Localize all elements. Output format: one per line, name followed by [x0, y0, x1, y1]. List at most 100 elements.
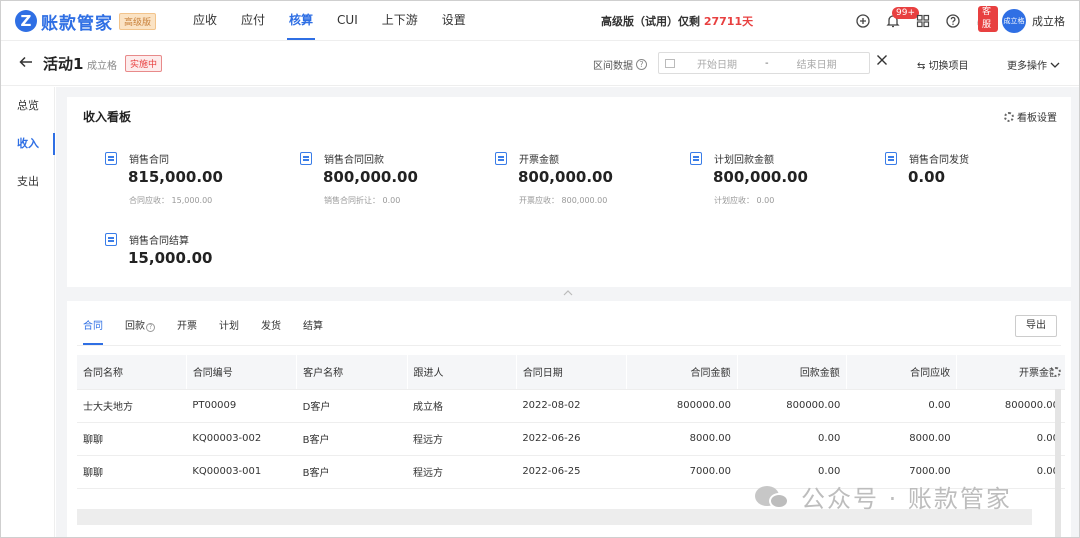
swap-icon: ⇆	[917, 61, 929, 72]
range-separator: -	[765, 57, 769, 69]
switch-project-button[interactable]: ⇆ 切换项目	[917, 57, 969, 72]
table-row[interactable]: 士大夫地方 PT00009 D客户 成立格 2022-08-02 800000.…	[77, 389, 1065, 423]
metric-label: 计划回款金额	[714, 155, 774, 166]
top-nav: Z 账款管家 高级版 应收 应付 核算 CUI 上下游 设置 高级版（试用）仅剩…	[1, 1, 1079, 41]
column-header[interactable]: 跟进人	[406, 355, 517, 390]
chevron-up-icon[interactable]	[563, 289, 573, 299]
tab-plan[interactable]: 计划	[219, 317, 239, 339]
tab-delivery[interactable]: 发货	[261, 317, 281, 339]
metric-label: 销售合同回款	[324, 155, 384, 166]
metric-contract-payment[interactable]: 销售合同回款 800,000.00 销售合同折让： 0.00	[300, 150, 480, 220]
sidebar-item-income[interactable]: 收入	[1, 125, 55, 163]
grid-icon[interactable]	[908, 6, 938, 36]
user-name: 成立格	[1032, 15, 1065, 28]
nav-tab-settings[interactable]: 设置	[430, 1, 478, 41]
end-date-placeholder[interactable]: 结束日期	[797, 56, 837, 71]
cell: 800000.00	[626, 389, 737, 423]
board-settings-button[interactable]: 看板设置	[1004, 109, 1057, 124]
range-label-text: 区间数据	[593, 61, 633, 72]
logo[interactable]: Z 账款管家 高级版	[15, 9, 157, 34]
board-settings-label: 看板设置	[1017, 113, 1057, 124]
cell: 0.00	[737, 422, 847, 456]
nav-tab-receivable[interactable]: 应收	[181, 1, 229, 41]
table-row[interactable]: 聊聊 KQ00003-002 B客户 程远方 2022-06-26 8000.0…	[77, 422, 1065, 456]
avatar: 成立格	[1002, 9, 1026, 33]
nav-tab-payable[interactable]: 应付	[229, 1, 277, 41]
chevron-down-icon	[1050, 61, 1060, 72]
column-header[interactable]: 开票金额	[956, 355, 1065, 390]
column-settings-icon[interactable]	[1051, 367, 1061, 377]
export-button[interactable]: 导出	[1015, 315, 1057, 337]
tab-contract[interactable]: 合同	[83, 317, 103, 345]
metric-planned-payment[interactable]: 计划回款金额 800,000.00 计划应收： 0.00	[690, 150, 870, 220]
cell: 800000.00	[737, 389, 847, 423]
logo-text: 账款管家	[41, 13, 113, 34]
tab-invoice[interactable]: 开票	[177, 317, 197, 339]
start-date-placeholder[interactable]: 开始日期	[697, 56, 737, 71]
back-arrow-icon[interactable]	[19, 54, 33, 73]
metric-label: 销售合同	[129, 155, 169, 166]
help-icon[interactable]	[938, 6, 968, 36]
close-icon[interactable]	[876, 54, 888, 70]
panel-tabs: 合同 回款? 开票 计划 发货 结算	[83, 317, 345, 345]
cell: B客户	[296, 422, 407, 456]
question-icon[interactable]: ?	[636, 59, 647, 70]
cell: D客户	[296, 389, 407, 423]
question-icon[interactable]: ?	[146, 322, 155, 332]
cell: 2022-06-25	[516, 455, 627, 489]
metric-value: 0.00	[908, 168, 946, 186]
column-header[interactable]: 合同应收	[845, 355, 957, 390]
tab-settlement[interactable]: 结算	[303, 317, 323, 339]
more-actions-label: 更多操作	[1007, 61, 1047, 72]
cell: 程远方	[407, 455, 517, 489]
income-board: 收入看板 看板设置 销售合同 815,000.00 合同应收： 15,000.0…	[67, 97, 1071, 287]
vertical-scrollbar[interactable]	[1055, 389, 1061, 537]
trial-days: 27711天	[703, 15, 754, 28]
column-header[interactable]: 合同日期	[515, 355, 627, 390]
column-header[interactable]: 回款金额	[736, 355, 847, 390]
metric-sales-contract[interactable]: 销售合同 815,000.00 合同应收： 15,000.00	[105, 150, 285, 220]
tab-payment[interactable]: 回款?	[125, 317, 155, 339]
metric-contract-delivery[interactable]: 销售合同发货 0.00	[885, 150, 1065, 220]
nav-tab-accounting[interactable]: 核算	[277, 1, 325, 41]
app-window: Z 账款管家 高级版 应收 应付 核算 CUI 上下游 设置 高级版（试用）仅剩…	[0, 0, 1080, 538]
edition-badge: 高级版	[119, 12, 157, 30]
bell-icon[interactable]: 99+	[878, 6, 919, 36]
metric-contract-settlement[interactable]: 销售合同结算 15,000.00	[105, 231, 285, 301]
tab-divider	[77, 345, 1061, 346]
cell: PT00009	[186, 389, 297, 423]
nav-tab-cui[interactable]: CUI	[325, 1, 370, 41]
payment-icon	[300, 152, 312, 165]
side-menu: 总览 收入 支出	[1, 87, 55, 537]
wechat-icon	[755, 484, 791, 510]
calendar-icon	[665, 58, 675, 68]
cell: 2022-08-02	[516, 389, 627, 423]
column-header[interactable]: 客户名称	[296, 355, 407, 390]
trial-text: 高级版（试用）仅剩	[601, 15, 700, 28]
metric-invoice-amount[interactable]: 开票金额 800,000.00 开票应收： 800,000.00	[495, 150, 675, 220]
cell: 8000.00	[626, 422, 737, 456]
column-header[interactable]: 合同名称	[77, 355, 187, 390]
more-actions-button[interactable]: 更多操作	[1007, 57, 1060, 72]
user-menu[interactable]: 成立格 成立格	[1002, 9, 1065, 33]
metric-label: 销售合同结算	[129, 236, 189, 247]
nav-tab-supply-chain[interactable]: 上下游	[370, 1, 430, 41]
plus-circle-icon[interactable]	[848, 6, 878, 36]
trial-notice: 高级版（试用）仅剩 27711天	[601, 13, 753, 29]
date-range-picker[interactable]: 开始日期 - 结束日期	[658, 52, 870, 74]
column-header[interactable]: 合同编号	[185, 355, 297, 390]
metric-label: 销售合同发货	[909, 155, 969, 166]
watermark: 公众号 · 账款管家	[755, 479, 1012, 514]
metric-sub: 合同应收： 15,000.00	[129, 196, 213, 205]
cell: 聊聊	[77, 455, 187, 489]
headset-icon[interactable]: 客服	[968, 6, 998, 36]
watermark-text: 公众号 · 账款管家	[801, 485, 1012, 513]
metric-value: 800,000.00	[323, 168, 418, 186]
range-label: 区间数据 ?	[593, 57, 647, 72]
column-header[interactable]: 合同金额	[626, 355, 737, 390]
sidebar-item-expense[interactable]: 支出	[1, 163, 54, 201]
metric-sub: 计划应收： 0.00	[714, 196, 775, 205]
cell: 2022-06-26	[516, 422, 627, 456]
cell: 800000.00	[956, 389, 1065, 423]
sidebar-item-overview[interactable]: 总览	[1, 87, 54, 125]
